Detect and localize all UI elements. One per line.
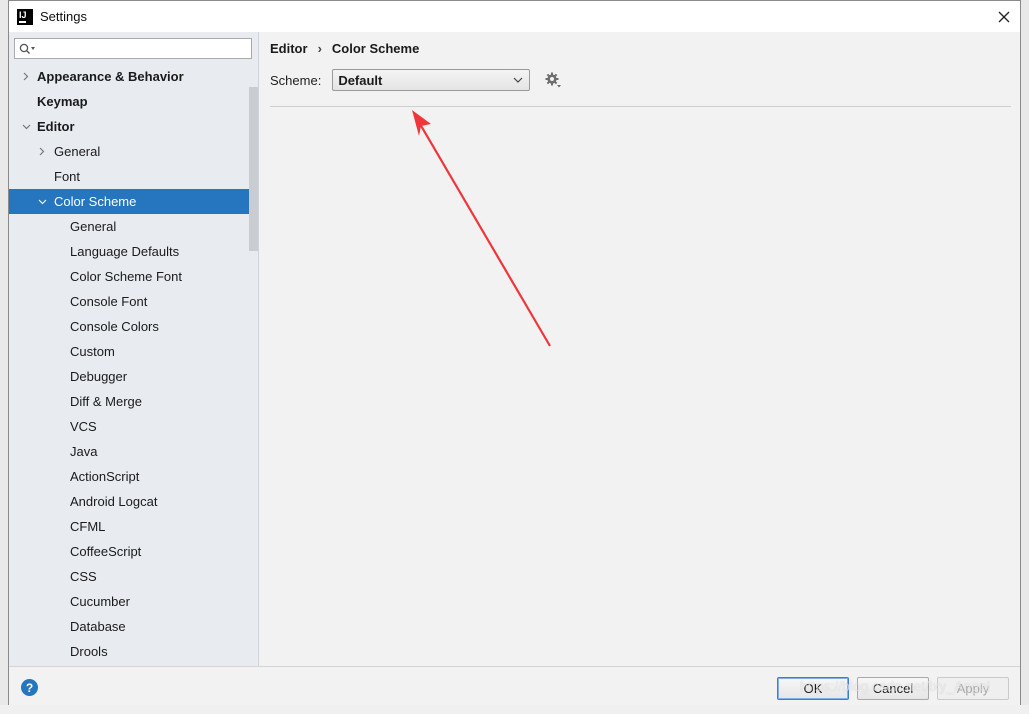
chevron-down-icon[interactable] bbox=[20, 114, 32, 139]
tree-item-label: Editor bbox=[37, 119, 75, 134]
tree-item[interactable]: Editor bbox=[9, 114, 249, 139]
tree-item[interactable]: General bbox=[9, 214, 249, 239]
tree-item[interactable]: Drools bbox=[9, 639, 249, 664]
close-icon bbox=[998, 11, 1010, 22]
tree-item-label: General bbox=[54, 144, 101, 159]
sidebar-scrollbar[interactable] bbox=[249, 87, 258, 251]
tree-item-label: Color Scheme Font bbox=[70, 269, 182, 284]
dialog-footer: ? OK Cancel Apply bbox=[9, 666, 1020, 705]
tree-item-label: Diff & Merge bbox=[70, 394, 143, 409]
tree-item[interactable]: Diff & Merge bbox=[9, 389, 249, 414]
tree-item-label: General bbox=[70, 219, 117, 234]
tree-item-label: Console Colors bbox=[70, 319, 159, 334]
chevron-right-icon[interactable] bbox=[36, 139, 48, 164]
window-title: Settings bbox=[40, 9, 87, 24]
tree-item[interactable]: Language Defaults bbox=[9, 239, 249, 264]
tree-item-label: Database bbox=[70, 619, 126, 634]
tree-item[interactable]: Custom bbox=[9, 339, 249, 364]
tree-item-label: CSS bbox=[70, 569, 97, 584]
tree-item-label: Appearance & Behavior bbox=[37, 69, 184, 84]
chevron-right-icon[interactable] bbox=[20, 64, 32, 89]
tree-item[interactable]: CoffeeScript bbox=[9, 539, 249, 564]
scheme-label: Scheme: bbox=[270, 72, 322, 88]
tree-item[interactable]: Android Logcat bbox=[9, 489, 249, 514]
chevron-down-icon bbox=[513, 77, 523, 83]
background-window-bottom bbox=[0, 705, 1029, 714]
tree-item-label: Custom bbox=[70, 344, 115, 359]
tree-item-label: Font bbox=[54, 169, 81, 184]
scheme-value: Default bbox=[338, 72, 383, 88]
ok-button[interactable]: OK bbox=[777, 677, 849, 700]
tree-item[interactable]: Color Scheme Font bbox=[9, 264, 249, 289]
tree-item-label: Keymap bbox=[37, 94, 88, 109]
tree-item-label: CFML bbox=[70, 519, 106, 534]
tree-item[interactable]: Database bbox=[9, 614, 249, 639]
settings-dialog: IJ Settings Appearance & Behavior Keymap E… bbox=[8, 0, 1021, 705]
tree-item-label: Language Defaults bbox=[70, 244, 180, 259]
tree-item-label: Java bbox=[70, 444, 98, 459]
search-input[interactable] bbox=[41, 39, 251, 58]
tree-item[interactable]: Java bbox=[9, 439, 249, 464]
settings-tree: Appearance & Behavior Keymap Editor General… bbox=[9, 64, 258, 664]
tree-item[interactable]: ActionScript bbox=[9, 464, 249, 489]
tree-item[interactable]: Cucumber bbox=[9, 589, 249, 614]
tree-item-label: VCS bbox=[70, 419, 97, 434]
scheme-actions-button[interactable] bbox=[544, 71, 562, 89]
chevron-down-icon[interactable] bbox=[36, 189, 48, 214]
tree-item-label: CoffeeScript bbox=[70, 544, 142, 559]
content-divider bbox=[270, 106, 1011, 107]
close-button[interactable] bbox=[988, 1, 1020, 32]
cancel-button[interactable]: Cancel bbox=[857, 677, 929, 700]
scheme-dropdown[interactable]: Default bbox=[332, 69, 531, 91]
tree-item[interactable]: Debugger bbox=[9, 364, 249, 389]
tree-item-label: Console Font bbox=[70, 294, 148, 309]
tree-item[interactable]: Color Scheme bbox=[9, 189, 258, 214]
tree-item-label: ActionScript bbox=[70, 469, 140, 484]
tree-item[interactable]: Console Font bbox=[9, 289, 249, 314]
help-button[interactable]: ? bbox=[21, 679, 38, 696]
search-icon bbox=[19, 43, 35, 54]
tree-item[interactable]: Console Colors bbox=[9, 314, 249, 339]
content-panel: Editor › Color Scheme Scheme: Default bbox=[260, 32, 1020, 666]
tree-item-label: Android Logcat bbox=[70, 494, 158, 509]
breadcrumb-separator: › bbox=[317, 41, 322, 56]
scheme-row: Scheme: Default bbox=[270, 69, 562, 91]
breadcrumb: Editor › Color Scheme bbox=[270, 41, 419, 56]
tree-item-label: Cucumber bbox=[70, 594, 130, 609]
intellij-logo-icon: IJ bbox=[17, 8, 33, 25]
tree-item-label: Debugger bbox=[70, 369, 128, 384]
breadcrumb-parent: Editor bbox=[270, 41, 308, 56]
tree-item[interactable]: Font bbox=[9, 164, 249, 189]
tree-item[interactable]: VCS bbox=[9, 414, 249, 439]
apply-button[interactable]: Apply bbox=[937, 677, 1009, 700]
tree-item-label: Color Scheme bbox=[54, 194, 137, 209]
title-bar: IJ Settings bbox=[9, 1, 1020, 32]
breadcrumb-current: Color Scheme bbox=[331, 41, 420, 56]
annotation-arrow bbox=[412, 110, 551, 347]
tree-item-label: Drools bbox=[70, 644, 108, 659]
tree-item[interactable]: General bbox=[9, 139, 249, 164]
tree-item[interactable]: CSS bbox=[9, 564, 249, 589]
settings-sidebar: Appearance & Behavior Keymap Editor General… bbox=[9, 32, 259, 666]
tree-item[interactable]: Appearance & Behavior bbox=[9, 64, 249, 89]
background-window-right bbox=[1020, 0, 1029, 714]
tree-item[interactable]: CFML bbox=[9, 514, 249, 539]
search-field[interactable] bbox=[14, 38, 252, 59]
tree-item[interactable]: Keymap bbox=[9, 89, 249, 114]
gear-icon bbox=[545, 72, 562, 88]
